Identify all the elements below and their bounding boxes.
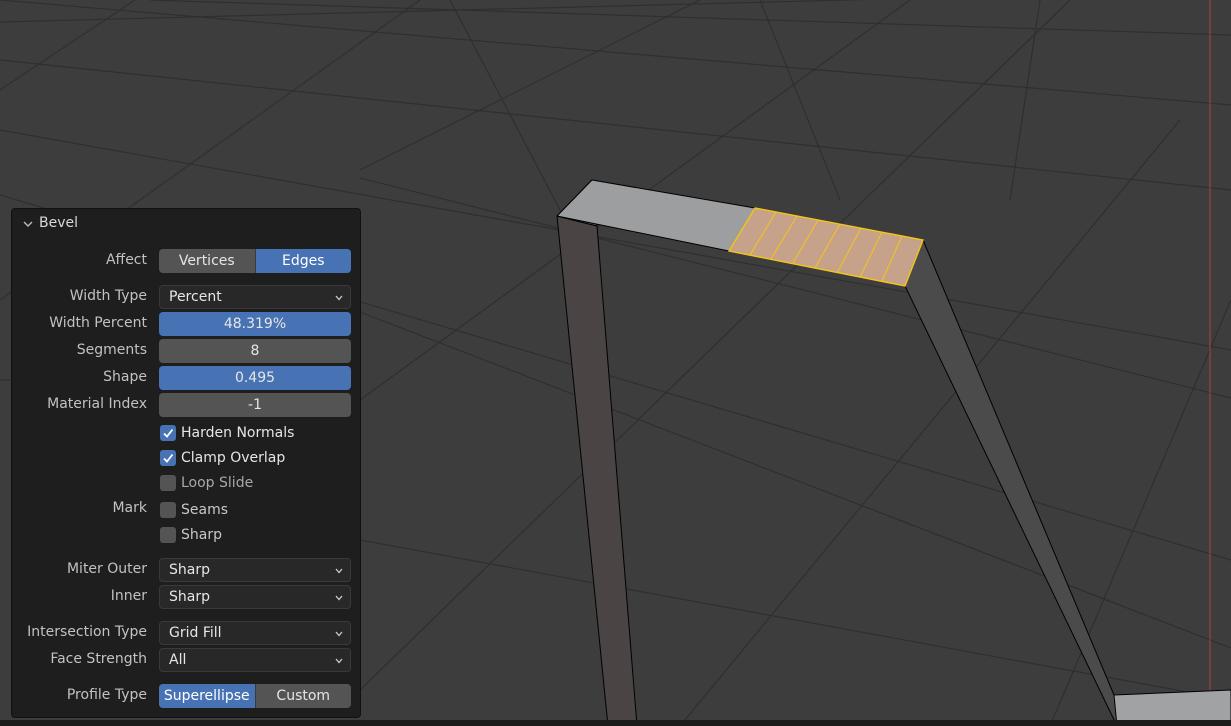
shape-label: Shape	[103, 369, 147, 385]
intersection-type-dropdown[interactable]: Grid Fill	[159, 621, 351, 645]
chevron-down-icon[interactable]	[22, 218, 34, 230]
checkmark-icon	[163, 428, 174, 438]
mark-seams-label: Seams	[181, 502, 229, 518]
chevron-down-icon	[335, 631, 343, 637]
checkbox-box[interactable]	[160, 450, 176, 466]
mark-seams-checkbox[interactable]: Seams	[160, 500, 228, 520]
face-strength-dropdown[interactable]: All	[159, 648, 351, 672]
harden-normals-label: Harden Normals	[181, 425, 295, 441]
mark-sharp-checkbox[interactable]: Sharp	[160, 525, 222, 545]
width-percent-slider[interactable]: 48.319%	[159, 312, 351, 336]
chevron-down-icon	[335, 595, 343, 601]
segments-label: Segments	[76, 342, 147, 358]
panel-header[interactable]: Bevel	[12, 209, 360, 239]
checkbox-box[interactable]	[160, 475, 176, 491]
segments-field[interactable]: 8	[159, 339, 351, 363]
loop-slide-checkbox[interactable]: Loop Slide	[160, 473, 253, 493]
chevron-down-icon	[335, 568, 343, 574]
segments-value: 8	[250, 343, 260, 359]
mark-label: Mark	[112, 500, 147, 516]
inner-dropdown[interactable]: Sharp	[159, 585, 351, 609]
shape-value: 0.495	[234, 370, 276, 386]
profile-type-label: Profile Type	[66, 687, 147, 703]
loop-slide-label: Loop Slide	[181, 475, 254, 491]
checkbox-box[interactable]	[160, 527, 176, 543]
checkbox-box[interactable]	[160, 502, 176, 518]
face-strength-value: All	[169, 652, 187, 668]
affect-label: Affect	[105, 252, 147, 268]
harden-normals-checkbox[interactable]: Harden Normals	[160, 423, 294, 443]
panel-title: Bevel	[39, 215, 79, 231]
affect-vertices-button[interactable]: Vertices	[159, 249, 256, 273]
bevel-operator-panel[interactable]: Bevel Affect Vertices Edges Width Type P…	[11, 208, 361, 718]
mark-sharp-label: Sharp	[181, 527, 222, 543]
chevron-down-icon	[335, 658, 343, 664]
intersection-type-value: Grid Fill	[169, 625, 222, 641]
chevron-down-icon	[335, 295, 343, 301]
width-percent-label: Width Percent	[49, 315, 147, 331]
inner-label: Inner	[110, 588, 147, 604]
width-type-value: Percent	[169, 289, 222, 305]
miter-outer-value: Sharp	[169, 562, 210, 578]
checkbox-box[interactable]	[160, 425, 176, 441]
checkmark-icon	[163, 453, 174, 463]
clamp-overlap-label: Clamp Overlap	[181, 450, 286, 466]
width-percent-value: 48.319%	[223, 316, 287, 332]
clamp-overlap-checkbox[interactable]: Clamp Overlap	[160, 448, 285, 468]
viewport-bottom-border	[0, 720, 1231, 726]
miter-outer-dropdown[interactable]: Sharp	[159, 558, 351, 582]
profile-custom-button[interactable]: Custom	[256, 684, 352, 708]
face-strength-label: Face Strength	[50, 651, 147, 667]
affect-edges-button[interactable]: Edges	[255, 249, 351, 273]
material-index-field[interactable]: -1	[159, 393, 351, 417]
material-index-value: -1	[248, 397, 262, 413]
material-index-label: Material Index	[47, 396, 147, 412]
miter-outer-label: Miter Outer	[66, 561, 147, 577]
intersection-type-label: Intersection Type	[27, 624, 147, 640]
width-type-dropdown[interactable]: Percent	[159, 285, 351, 309]
profile-type-toggle[interactable]: Superellipse Custom	[159, 684, 351, 708]
profile-superellipse-button[interactable]: Superellipse	[159, 684, 256, 708]
width-type-label: Width Type	[69, 288, 147, 304]
inner-value: Sharp	[169, 589, 210, 605]
shape-slider[interactable]: 0.495	[159, 366, 351, 390]
affect-toggle[interactable]: Vertices Edges	[159, 249, 351, 273]
